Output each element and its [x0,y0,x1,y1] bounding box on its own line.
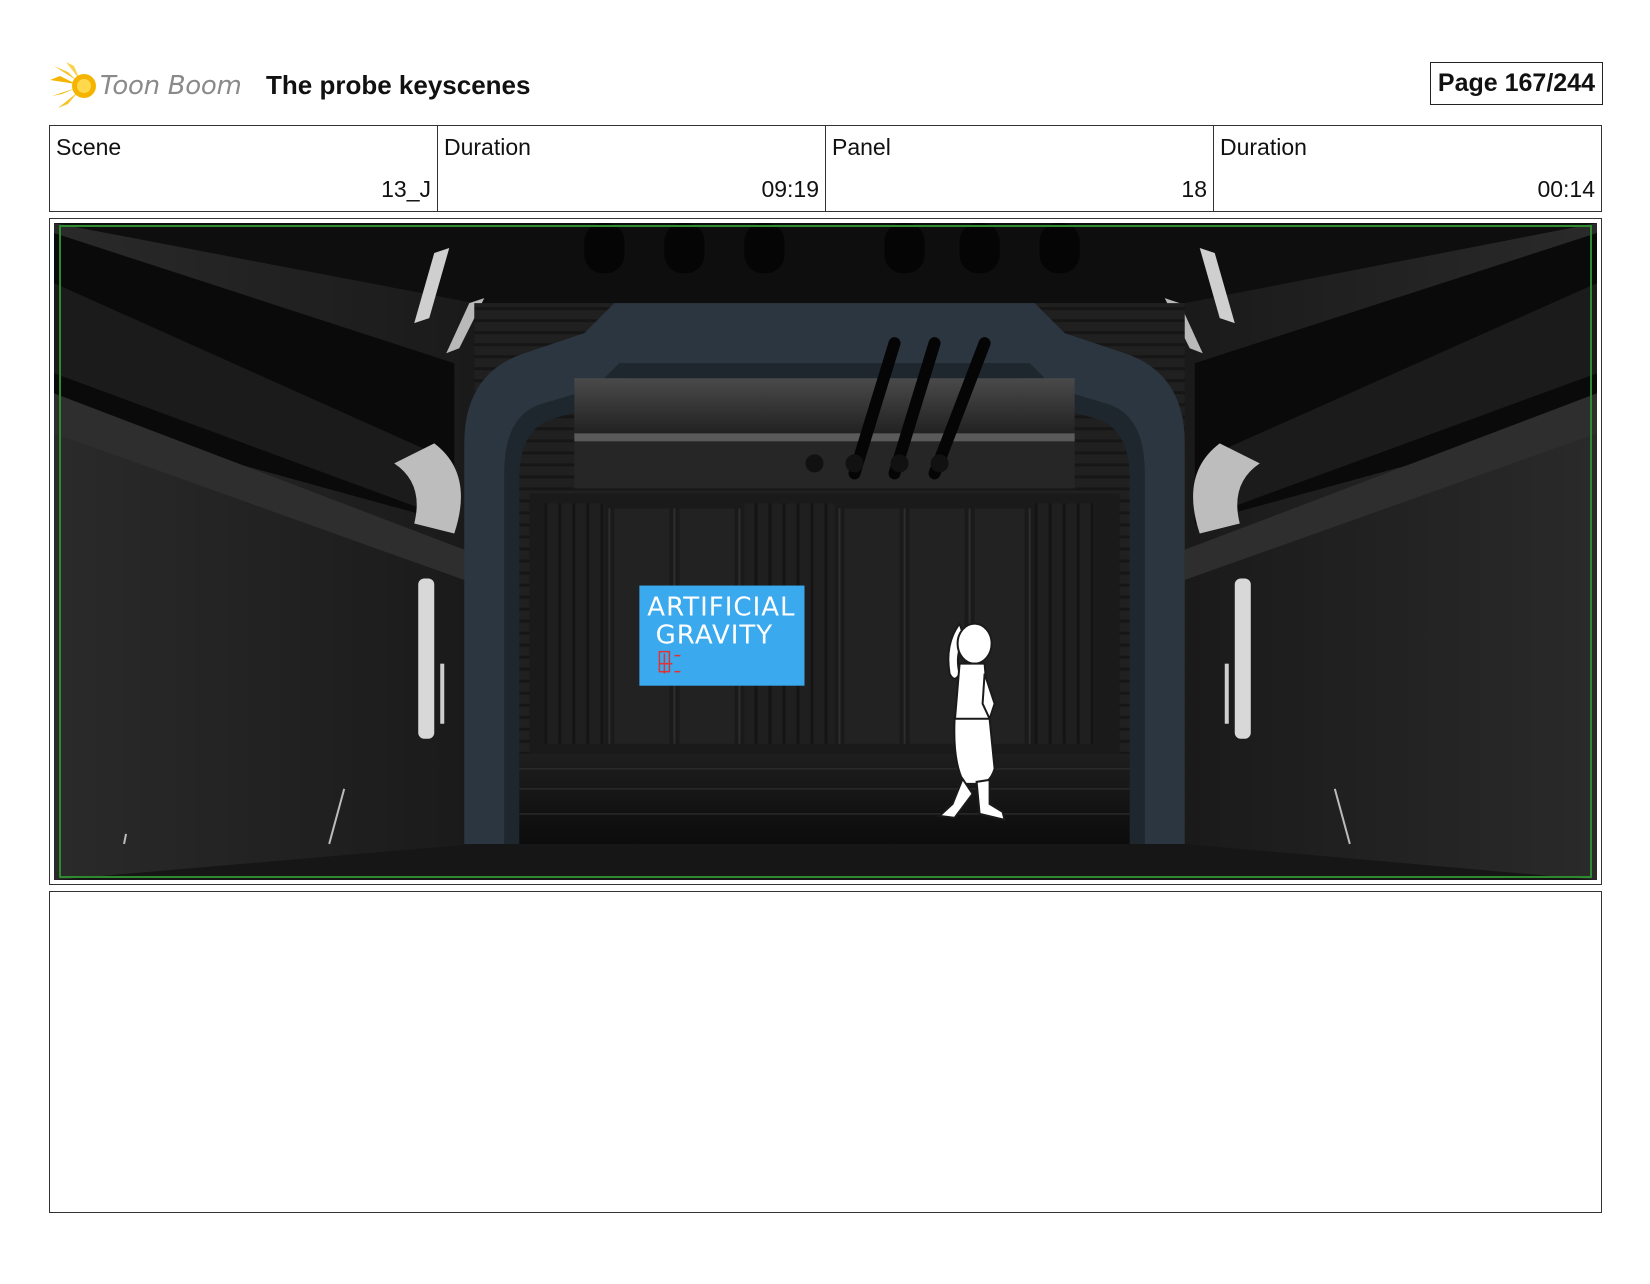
scene-duration-cell: Duration 09:19 [438,126,826,211]
panel-cell: Panel 18 [826,126,1214,211]
comet-icon [50,62,96,108]
scene-info-table: Scene 13_J Duration 09:19 Panel 18 Durat… [49,125,1602,212]
panel-value: 18 [1181,176,1207,202]
sign-line-1: ARTIFICIAL [647,593,795,623]
logo-text: Toon Boom [100,71,242,101]
document-title: The probe keyscenes [266,70,531,100]
panel-label: Panel [832,134,891,160]
panel-duration-value: 00:14 [1537,176,1595,202]
sign-line-2: GRAVITY [656,621,774,651]
storyboard-panel: ARTIFICIAL GRAVITY [49,218,1602,885]
panel-duration-cell: Duration 00:14 [1214,126,1601,211]
artificial-gravity-sign: ARTIFICIAL GRAVITY [639,585,805,686]
page-header: Toon Boom The probe keyscenes Page 167/2… [50,58,1603,114]
scene-duration-label: Duration [444,134,531,160]
scene-value: 13_J [381,176,431,202]
panel-image: ARTIFICIAL GRAVITY [54,223,1597,880]
panel-duration-label: Duration [1220,134,1307,160]
scene-cell: Scene 13_J [50,126,438,211]
toon-boom-logo: Toon Boom [50,60,250,112]
panel-notes-box [49,891,1602,1213]
page-indicator: Page 167/244 [1429,62,1603,105]
scene-duration-value: 09:19 [761,176,819,202]
scene-label: Scene [56,134,122,160]
